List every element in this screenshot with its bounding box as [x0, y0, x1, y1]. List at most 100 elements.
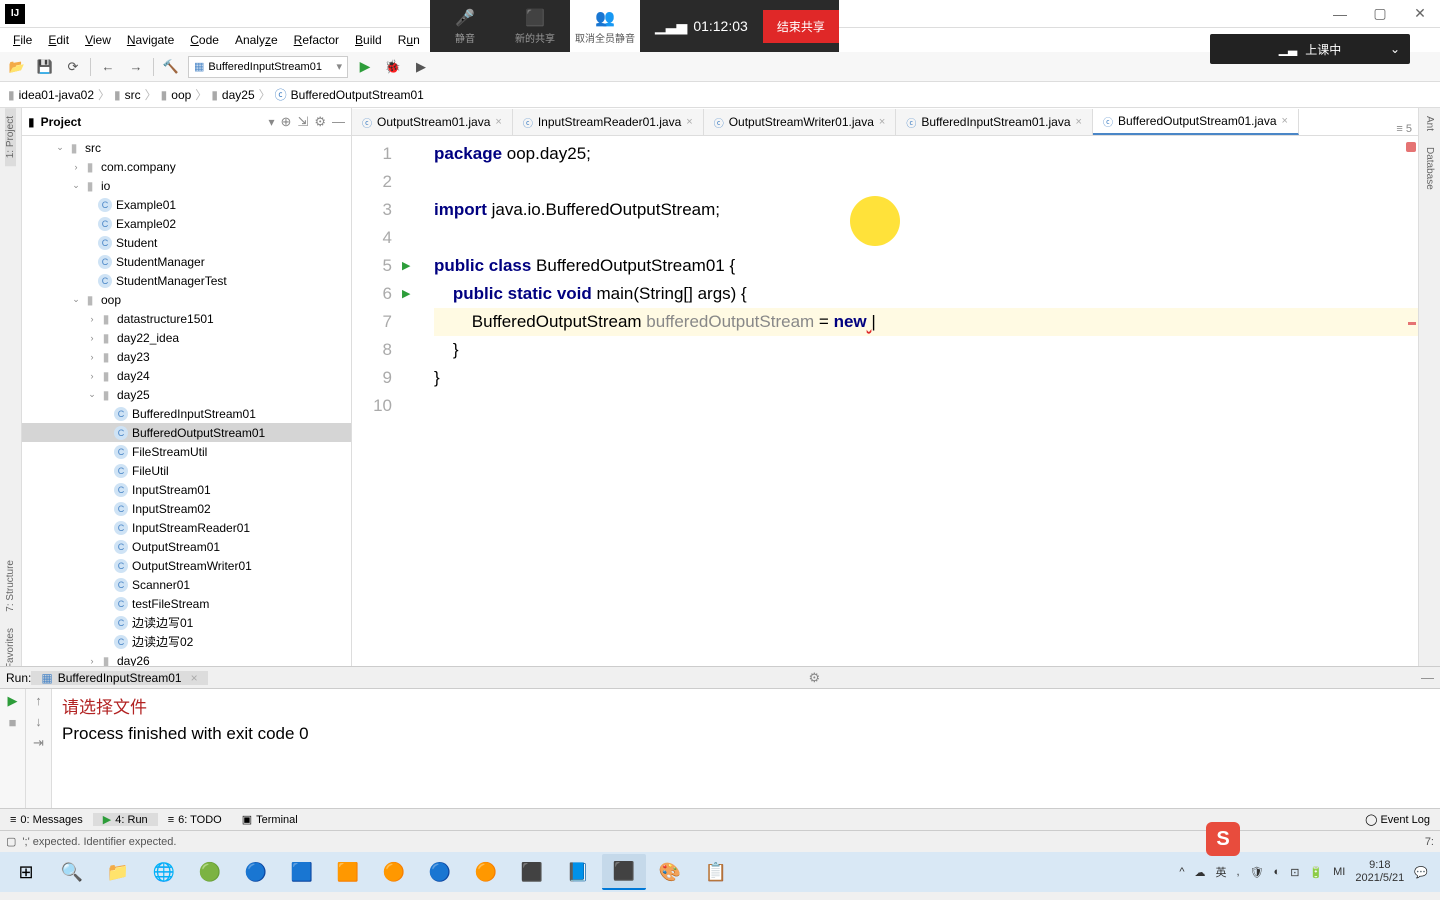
notification-icon[interactable]: 💬: [1414, 866, 1428, 879]
breadcrumb-item[interactable]: ▮idea01-java02: [8, 88, 94, 102]
tree-arrow[interactable]: ›: [86, 371, 98, 381]
app-icon[interactable]: 🟦: [280, 854, 324, 890]
tree-arrow[interactable]: ›: [86, 352, 98, 362]
tray-icon[interactable]: 🔋: [1309, 866, 1323, 879]
editor-tab[interactable]: ⓒBufferedInputStream01.java×: [896, 109, 1093, 135]
wrap-icon[interactable]: ⇥: [33, 735, 44, 751]
explorer-icon[interactable]: 📁: [96, 854, 140, 890]
forward-icon[interactable]: →: [125, 56, 147, 78]
error-stripe-icon[interactable]: [1406, 142, 1416, 152]
tree-node[interactable]: COutputStream01: [22, 537, 351, 556]
editor-tab[interactable]: ⓒBufferedOutputStream01.java×: [1093, 109, 1299, 135]
app-icon[interactable]: 🟠: [464, 854, 508, 890]
gear-icon[interactable]: ⚙: [314, 114, 326, 130]
app-icon[interactable]: 🟠: [372, 854, 416, 890]
ime-indicator[interactable]: 英: [1216, 864, 1227, 880]
tree-node[interactable]: CStudent: [22, 233, 351, 252]
tree-node[interactable]: CBufferedOutputStream01: [22, 423, 351, 442]
search-icon[interactable]: 🔍: [50, 854, 94, 890]
tree-node[interactable]: CExample02: [22, 214, 351, 233]
tray-icon[interactable]: ◐: [1274, 866, 1281, 878]
tabs-overflow[interactable]: ≡ 5: [1390, 123, 1418, 135]
tool-todo[interactable]: ≡6: TODO: [158, 814, 232, 826]
down-icon[interactable]: ↓: [35, 714, 42, 729]
tree-node[interactable]: CStudentManager: [22, 252, 351, 271]
maximize-button[interactable]: ▢: [1360, 0, 1400, 28]
app-icon[interactable]: ⬛: [510, 854, 554, 890]
app-icon[interactable]: 🔵: [234, 854, 278, 890]
tree-node[interactable]: CInputStream02: [22, 499, 351, 518]
tool-run[interactable]: ▶4: Run: [93, 813, 158, 826]
run-output[interactable]: 请选择文件 Process finished with exit code 0: [52, 689, 1440, 808]
code-content[interactable]: package oop.day25; import java.io.Buffer…: [420, 136, 1418, 666]
zoom-new-share[interactable]: ⬛新的共享: [500, 0, 570, 52]
tool-ant-tab[interactable]: Ant: [1424, 108, 1435, 139]
run-tab[interactable]: ▦BufferedInputStream01×: [31, 671, 207, 685]
tray-icon[interactable]: ⊡: [1290, 866, 1299, 879]
sogou-ime-popup[interactable]: S: [1206, 822, 1240, 856]
tray-up-icon[interactable]: ^: [1179, 866, 1184, 878]
run-button[interactable]: ▶: [354, 56, 376, 78]
app-icon[interactable]: 🟧: [326, 854, 370, 890]
zoom-mute[interactable]: 🎤静音: [430, 0, 500, 52]
tray-icon[interactable]: ,: [1237, 866, 1240, 878]
word-icon[interactable]: 📘: [556, 854, 600, 890]
edge-icon[interactable]: 🌐: [142, 854, 186, 890]
tree-node[interactable]: CFileUtil: [22, 461, 351, 480]
menu-file[interactable]: File: [5, 33, 40, 47]
hide-icon[interactable]: —: [332, 114, 345, 129]
back-icon[interactable]: ←: [97, 56, 119, 78]
save-icon[interactable]: 💾: [34, 56, 56, 78]
locate-icon[interactable]: ⊕: [281, 114, 292, 130]
start-button[interactable]: ⊞: [4, 854, 48, 890]
app-icon[interactable]: 🔵: [418, 854, 462, 890]
breadcrumb-item[interactable]: ▮src: [114, 88, 141, 102]
tree-node[interactable]: ⌄▮io: [22, 176, 351, 195]
project-tree[interactable]: ⌄▮src›▮com.company⌄▮ioCExample01CExample…: [22, 136, 351, 688]
breadcrumb-item[interactable]: ▮day25: [211, 88, 254, 102]
tool-terminal[interactable]: ▣Terminal: [232, 813, 308, 826]
run-config-select[interactable]: ▦ BufferedInputStream01 ▾: [188, 56, 348, 78]
gear-icon[interactable]: ⚙: [808, 670, 820, 686]
tool-messages[interactable]: ≡0: Messages: [0, 814, 93, 826]
clock[interactable]: 9:18 2021/5/21: [1355, 859, 1404, 885]
menu-refactor[interactable]: Refactor: [286, 33, 347, 47]
tree-arrow[interactable]: ›: [86, 656, 98, 666]
menu-build[interactable]: Build: [347, 33, 390, 47]
menu-navigate[interactable]: Navigate: [119, 33, 182, 47]
tree-node[interactable]: CBufferedInputStream01: [22, 404, 351, 423]
tree-node[interactable]: ⌄▮day25: [22, 385, 351, 404]
class-status-pill[interactable]: ▁▃ 上课中 ⌄: [1210, 34, 1410, 64]
editor-tab[interactable]: ⓒOutputStreamWriter01.java×: [704, 109, 897, 135]
tree-arrow[interactable]: ›: [70, 162, 82, 172]
close-icon[interactable]: ×: [1076, 116, 1082, 128]
close-icon[interactable]: ×: [879, 116, 885, 128]
build-icon[interactable]: 🔨: [160, 56, 182, 78]
menu-edit[interactable]: Edit: [40, 33, 77, 47]
close-icon[interactable]: ×: [191, 671, 198, 685]
event-log[interactable]: ◯ Event Log: [1355, 813, 1440, 826]
status-icon[interactable]: ▢: [6, 835, 16, 848]
menu-analyze[interactable]: Analyze: [227, 33, 286, 47]
tree-node[interactable]: CStudentManagerTest: [22, 271, 351, 290]
tool-structure-tab[interactable]: 7: Structure: [5, 552, 16, 620]
code-editor[interactable]: 12345678910 ▶▶ package oop.day25; import…: [352, 136, 1418, 666]
zoom-cancel-mute[interactable]: 👥取消全员静音: [570, 0, 640, 52]
tree-node[interactable]: ⌄▮src: [22, 138, 351, 157]
tree-node[interactable]: COutputStreamWriter01: [22, 556, 351, 575]
tree-arrow[interactable]: ⌄: [70, 294, 82, 305]
tray-cloud-icon[interactable]: ☁: [1195, 866, 1206, 879]
tree-node[interactable]: C边读边写02: [22, 632, 351, 651]
hide-icon[interactable]: —: [1421, 670, 1434, 685]
tree-node[interactable]: CFileStreamUtil: [22, 442, 351, 461]
refresh-icon[interactable]: ⟳: [62, 56, 84, 78]
editor-tab[interactable]: ⓒInputStreamReader01.java×: [513, 109, 704, 135]
breadcrumb-item[interactable]: ⓒBufferedOutputStream01: [275, 86, 424, 103]
close-button[interactable]: ✕: [1400, 0, 1440, 28]
tree-node[interactable]: CInputStream01: [22, 480, 351, 499]
stop-icon[interactable]: ■: [9, 715, 17, 730]
menu-run[interactable]: Run: [390, 33, 428, 47]
chevron-down-icon[interactable]: ▾: [269, 115, 275, 129]
tool-project-tab[interactable]: 1: Project: [5, 108, 16, 166]
app-icon[interactable]: 🟢: [188, 854, 232, 890]
